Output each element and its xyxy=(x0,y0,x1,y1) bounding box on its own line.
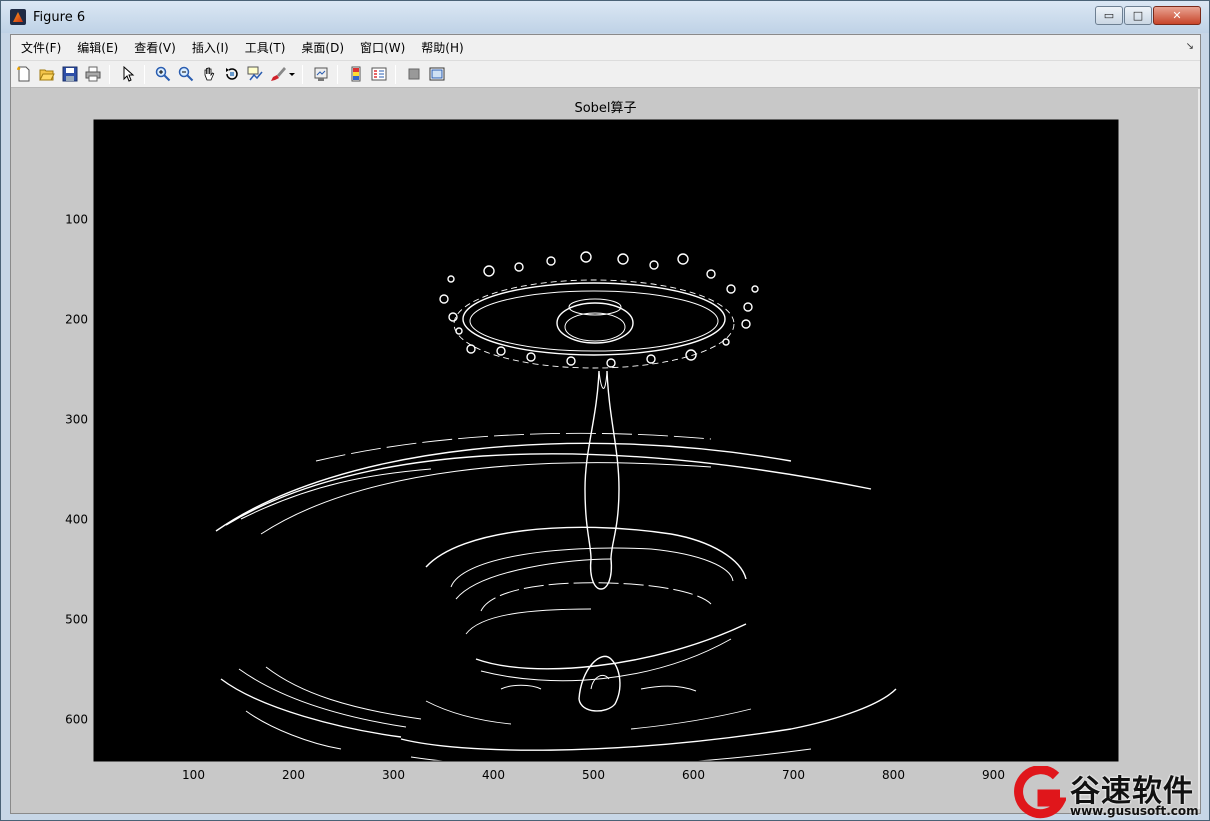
new-figure-button[interactable] xyxy=(14,64,34,84)
figure-canvas: Sobel算子 100 200 300 400 500 600 700 800 … xyxy=(11,89,1200,813)
close-button[interactable]: ✕ xyxy=(1153,6,1201,25)
maximize-icon: □ xyxy=(1132,9,1144,22)
menu-file[interactable]: 文件(F) xyxy=(13,38,69,58)
figure-toolbar xyxy=(11,61,1200,88)
title-bar[interactable]: Figure 6 ▭ □ ✕ xyxy=(1,1,1209,33)
x-tick-label: 500 xyxy=(582,768,605,782)
data-cursor-icon xyxy=(247,66,263,81)
minimize-button[interactable]: ▭ xyxy=(1095,6,1123,25)
watermark-url: www.gususoft.com xyxy=(1070,804,1199,818)
axes[interactable]: 100 200 300 400 500 600 700 800 900 100 200 300 400… xyxy=(11,89,1200,813)
x-tick-label: 700 xyxy=(782,768,805,782)
toolbar-separator xyxy=(109,64,110,84)
x-tick-label: 400 xyxy=(482,768,505,782)
figure-window: Figure 6 ▭ □ ✕ 文件(F) 编辑(E) 查看(V) 插入(I) 工… xyxy=(0,0,1210,821)
x-tick-label: 900 xyxy=(982,768,1005,782)
insert-colorbar-button[interactable] xyxy=(346,64,366,84)
watermark: 谷速软件 www.gususoft.com xyxy=(1012,766,1210,821)
y-tick-label: 300 xyxy=(65,413,88,427)
menu-edit[interactable]: 编辑(E) xyxy=(69,38,126,58)
y-tick-label: 100 xyxy=(65,213,88,227)
x-tick-label: 300 xyxy=(382,768,405,782)
menu-bar: 文件(F) 编辑(E) 查看(V) 插入(I) 工具(T) 桌面(D) 窗口(W… xyxy=(11,35,1200,61)
minimize-icon: ▭ xyxy=(1103,9,1115,22)
window-title: Figure 6 xyxy=(33,9,86,25)
toolbar-separator xyxy=(337,64,338,84)
toolbar-separator xyxy=(395,64,396,84)
y-tick-label: 200 xyxy=(65,313,88,327)
link-plot-icon xyxy=(314,67,328,81)
brush-icon xyxy=(271,67,286,81)
chevron-down-icon xyxy=(289,73,295,76)
menu-window[interactable]: 窗口(W) xyxy=(352,38,413,58)
x-tick-label: 200 xyxy=(282,768,305,782)
edit-plot-icon xyxy=(123,66,135,82)
insert-colorbar-icon xyxy=(351,66,361,82)
save-button[interactable] xyxy=(60,64,80,84)
close-icon: ✕ xyxy=(1172,9,1182,22)
insert-legend-button[interactable] xyxy=(369,64,389,84)
maximize-button[interactable]: □ xyxy=(1124,6,1152,25)
edit-plot-button[interactable] xyxy=(118,64,138,84)
open-file-icon xyxy=(39,69,55,81)
menu-insert[interactable]: 插入(I) xyxy=(184,38,237,58)
zoom-out-icon xyxy=(178,66,194,82)
rotate-3d-icon xyxy=(226,68,238,80)
menu-help[interactable]: 帮助(H) xyxy=(413,38,471,58)
brush-dropdown[interactable] xyxy=(288,64,296,84)
show-plot-tools-button[interactable] xyxy=(427,64,447,84)
print-icon xyxy=(85,66,101,82)
dock-arrow-icon[interactable]: ↘ xyxy=(1186,41,1194,52)
matlab-icon xyxy=(10,9,26,25)
zoom-out-button[interactable] xyxy=(176,64,196,84)
zoom-in-icon xyxy=(155,66,171,82)
y-tick-label: 500 xyxy=(65,613,88,627)
gususoft-logo-icon xyxy=(1014,766,1066,819)
x-tick-label: 100 xyxy=(182,768,205,782)
x-tick-label: 800 xyxy=(882,768,905,782)
zoom-in-button[interactable] xyxy=(153,64,173,84)
right-edge xyxy=(1198,89,1200,809)
hide-plot-tools-button[interactable] xyxy=(404,64,424,84)
toolbar-separator xyxy=(144,64,145,84)
rotate-3d-button[interactable] xyxy=(222,64,242,84)
link-plot-button[interactable] xyxy=(311,64,331,84)
open-file-button[interactable] xyxy=(37,64,57,84)
save-icon xyxy=(62,66,78,82)
brush-button[interactable] xyxy=(268,64,288,84)
print-button[interactable] xyxy=(83,64,103,84)
pan-icon xyxy=(204,67,215,81)
toolbar-separator xyxy=(302,64,303,84)
y-tick-label: 400 xyxy=(65,513,88,527)
data-cursor-button[interactable] xyxy=(245,64,265,84)
menu-tools[interactable]: 工具(T) xyxy=(237,38,294,58)
y-tick-label: 600 xyxy=(65,713,88,727)
x-tick-labels: 100 200 300 400 500 600 700 800 900 xyxy=(182,768,1005,782)
insert-legend-icon xyxy=(371,67,387,81)
y-tick-labels: 100 200 300 400 500 600 xyxy=(65,213,88,727)
figure-client: 文件(F) 编辑(E) 查看(V) 插入(I) 工具(T) 桌面(D) 窗口(W… xyxy=(10,34,1201,814)
show-plot-tools-icon xyxy=(429,67,445,81)
menu-view[interactable]: 查看(V) xyxy=(126,38,184,58)
hide-plot-tools-icon xyxy=(408,68,420,80)
pan-button[interactable] xyxy=(199,64,219,84)
x-tick-label: 600 xyxy=(682,768,705,782)
new-figure-icon xyxy=(17,66,30,82)
menu-desktop[interactable]: 桌面(D) xyxy=(293,38,352,58)
